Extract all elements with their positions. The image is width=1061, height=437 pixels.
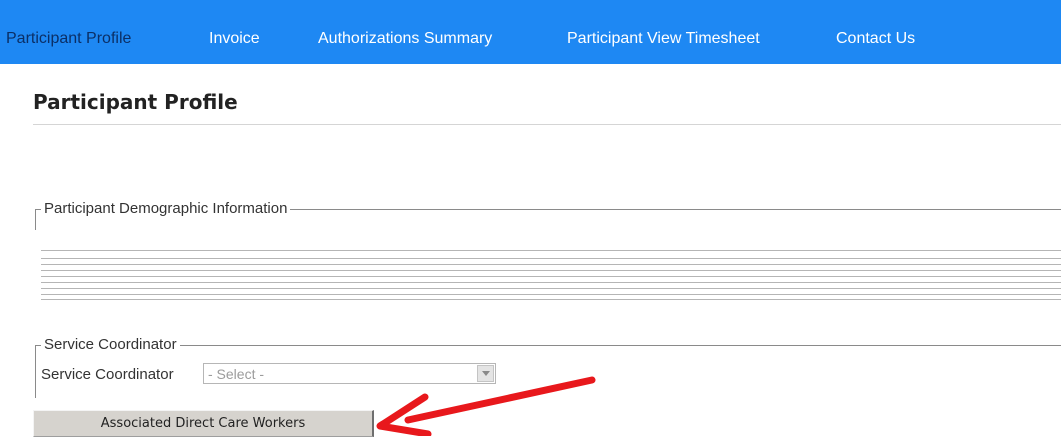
nav-item-invoice[interactable]: Invoice [209, 30, 260, 48]
divider-line [41, 288, 1061, 289]
divider-line [41, 250, 1061, 251]
nav-item-contact-us[interactable]: Contact Us [836, 30, 915, 48]
demographics-fieldset: Participant Demographic Information [35, 200, 1061, 230]
nav-item-authorizations-summary[interactable]: Authorizations Summary [318, 30, 492, 48]
service-coordinator-legend: Service Coordinator [41, 336, 180, 353]
service-coordinator-label: Service Coordinator [41, 366, 174, 383]
title-divider [33, 124, 1061, 125]
red-arrow-icon [376, 376, 596, 436]
divider-line [41, 258, 1061, 259]
nav-item-participant-view-timesheet[interactable]: Participant View Timesheet [567, 30, 760, 48]
divider-line [41, 282, 1061, 283]
top-navigation-bar: Participant Profile Invoice Authorizatio… [0, 0, 1061, 64]
select-value: - Select - [208, 366, 265, 382]
nav-item-participant-profile[interactable]: Participant Profile [6, 30, 131, 48]
associated-direct-care-workers-button[interactable]: Associated Direct Care Workers [33, 410, 374, 437]
divider-line [41, 299, 1061, 300]
divider-line [41, 270, 1061, 271]
divider-line [41, 264, 1061, 265]
page-title: Participant Profile [33, 90, 238, 114]
divider-line [41, 276, 1061, 277]
divider-line [41, 294, 1061, 295]
demographics-legend: Participant Demographic Information [41, 200, 291, 217]
